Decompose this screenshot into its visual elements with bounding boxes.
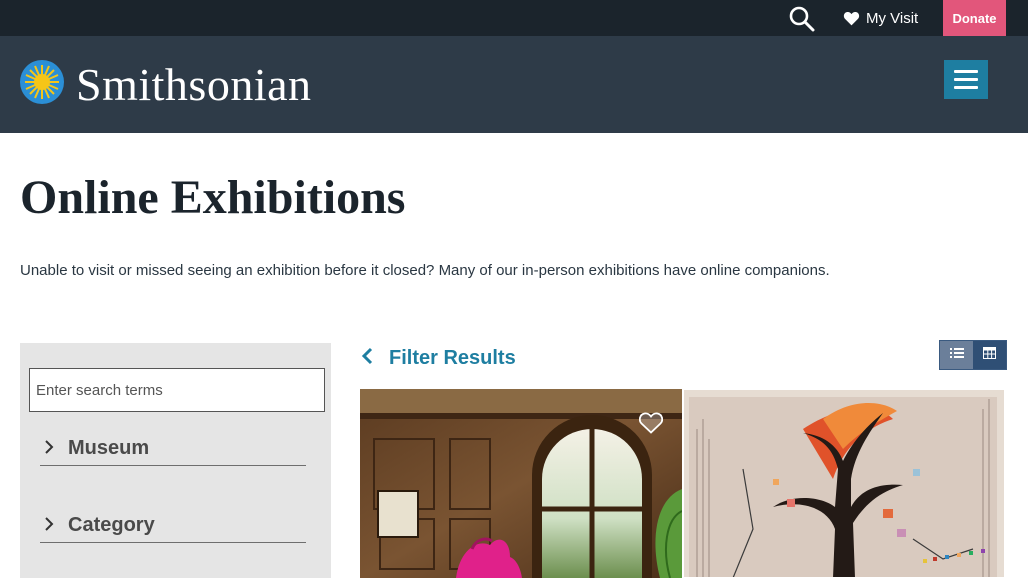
my-visit-link[interactable]: My Visit: [843, 0, 918, 36]
site-header: Smithsonian: [0, 36, 1028, 133]
utility-bar: My Visit Donate: [0, 0, 1028, 36]
filter-sidebar: Museum Category: [20, 343, 331, 578]
facet-label: Category: [68, 513, 155, 536]
sun-icon: [20, 60, 64, 109]
chevron-left-icon: [355, 347, 377, 370]
heart-outline-icon: [638, 412, 664, 438]
facet-museum[interactable]: Museum: [40, 431, 306, 466]
donate-button[interactable]: Donate: [943, 0, 1006, 36]
exhibition-image: [683, 389, 1005, 578]
page-title: Online Exhibitions: [20, 171, 406, 224]
chevron-right-icon: [44, 438, 64, 459]
filter-results-label: Filter Results: [389, 346, 516, 369]
exhibition-card[interactable]: [683, 389, 1005, 578]
page-intro: Unable to visit or missed seeing an exhi…: [20, 262, 830, 279]
favorite-button[interactable]: [638, 412, 664, 434]
exhibition-card[interactable]: [360, 389, 682, 578]
hamburger-icon: [954, 70, 978, 73]
exhibition-image: [360, 389, 682, 578]
my-visit-label: My Visit: [866, 9, 919, 27]
hamburger-menu-button[interactable]: [944, 60, 988, 99]
view-toggle: [939, 340, 1007, 370]
smithsonian-logo[interactable]: Smithsonian: [20, 60, 312, 109]
search-icon[interactable]: [786, 4, 818, 32]
list-view-button[interactable]: [940, 341, 973, 369]
logo-wordmark: Smithsonian: [76, 58, 312, 110]
facet-label: Museum: [68, 436, 150, 459]
grid-view-icon: [983, 346, 996, 364]
grid-view-button[interactable]: [973, 341, 1006, 369]
chevron-right-icon: [44, 515, 64, 536]
search-input[interactable]: [29, 368, 325, 412]
filter-results-toggle[interactable]: Filter Results: [355, 343, 516, 373]
list-view-icon: [949, 346, 964, 364]
heart-icon: [843, 11, 860, 26]
facet-category[interactable]: Category: [40, 508, 306, 543]
